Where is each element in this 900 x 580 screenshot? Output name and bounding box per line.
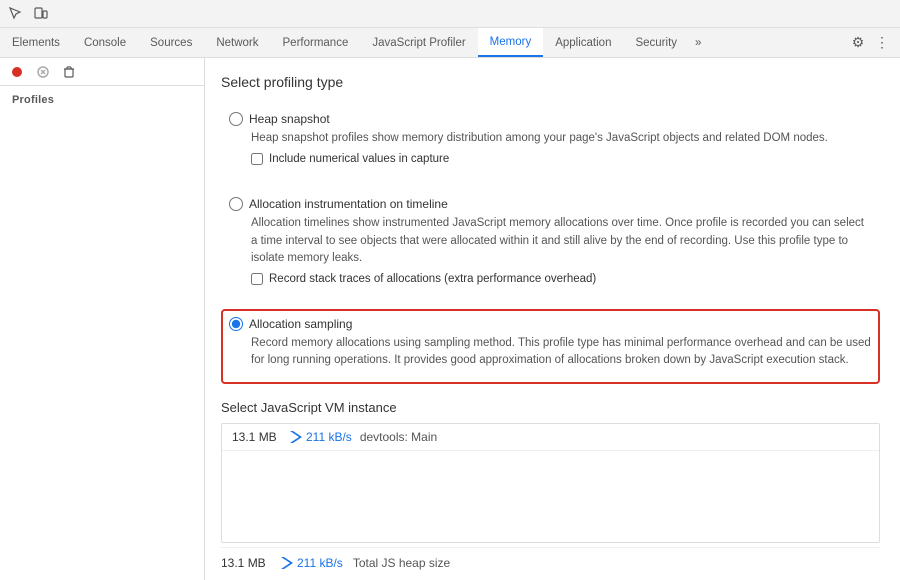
footer-size: 13.1 MB xyxy=(221,556,271,570)
vm-instance-box: 13.1 MB 211 kB/s devtools: Main xyxy=(221,423,880,543)
delete-icon[interactable] xyxy=(58,61,80,83)
content-area: Select profiling type Heap snapshot Heap… xyxy=(205,58,900,580)
tab-bar: Elements Console Sources Network Perform… xyxy=(0,28,900,58)
tab-console[interactable]: Console xyxy=(72,28,138,57)
tab-memory[interactable]: Memory xyxy=(478,28,544,57)
vm-instance-row[interactable]: 13.1 MB 211 kB/s devtools: Main xyxy=(222,424,879,451)
vm-size: 13.1 MB xyxy=(232,430,282,444)
tab-elements[interactable]: Elements xyxy=(0,28,72,57)
tab-settings-area: ⚙ ⋮ xyxy=(840,28,900,57)
profiles-label: Profiles xyxy=(0,86,204,110)
footer-stats: 13.1 MB 211 kB/s Total JS heap size xyxy=(221,547,880,578)
tab-application[interactable]: Application xyxy=(543,28,623,57)
record-icon[interactable] xyxy=(6,61,28,83)
vm-instance-title: Select JavaScript VM instance xyxy=(221,400,880,415)
stop-icon[interactable] xyxy=(32,61,54,83)
record-stack-traces-checkbox[interactable] xyxy=(251,273,263,285)
record-stack-traces-label[interactable]: Record stack traces of allocations (extr… xyxy=(269,273,596,285)
top-toolbar xyxy=(0,0,900,28)
allocation-instrumentation-checkbox-row: Record stack traces of allocations (extr… xyxy=(251,273,872,285)
footer-label: Total JS heap size xyxy=(353,556,450,570)
tab-security[interactable]: Security xyxy=(623,28,689,57)
allocation-instrumentation-label[interactable]: Allocation instrumentation on timeline xyxy=(249,197,448,211)
allocation-instrumentation-header: Allocation instrumentation on timeline xyxy=(229,197,872,211)
allocation-sampling-desc: Record memory allocations using sampling… xyxy=(251,335,872,370)
sidebar-toolbar xyxy=(0,58,204,86)
settings-icon[interactable]: ⚙ xyxy=(846,31,870,55)
allocation-instrumentation-option: Allocation instrumentation on timeline A… xyxy=(221,189,880,293)
tab-network[interactable]: Network xyxy=(204,28,270,57)
sidebar: Profiles xyxy=(0,58,205,580)
vm-speed: 211 kB/s xyxy=(290,430,352,444)
tab-performance[interactable]: Performance xyxy=(271,28,361,57)
allocation-instrumentation-radio[interactable] xyxy=(229,197,243,211)
main-layout: Profiles Select profiling type Heap snap… xyxy=(0,58,900,580)
include-numerical-checkbox[interactable] xyxy=(251,153,263,165)
allocation-sampling-radio[interactable] xyxy=(229,317,243,331)
tab-overflow[interactable]: » xyxy=(689,28,707,57)
heap-snapshot-desc: Heap snapshot profiles show memory distr… xyxy=(251,130,872,147)
heap-snapshot-option: Heap snapshot Heap snapshot profiles sho… xyxy=(221,104,880,173)
select-type-title: Select profiling type xyxy=(221,74,880,90)
device-toolbar-icon[interactable] xyxy=(28,2,52,26)
heap-snapshot-radio[interactable] xyxy=(229,112,243,126)
vm-name: devtools: Main xyxy=(360,430,437,444)
allocation-sampling-option: Allocation sampling Record memory alloca… xyxy=(221,309,880,384)
allocation-sampling-header: Allocation sampling xyxy=(229,317,872,331)
more-options-icon[interactable]: ⋮ xyxy=(870,31,894,55)
select-element-icon[interactable] xyxy=(4,2,28,26)
include-numerical-label[interactable]: Include numerical values in capture xyxy=(269,153,449,165)
footer-speed: 211 kB/s xyxy=(281,556,343,570)
heap-snapshot-checkbox-row: Include numerical values in capture xyxy=(251,153,872,165)
allocation-instrumentation-desc: Allocation timelines show instrumented J… xyxy=(251,215,872,267)
heap-snapshot-header: Heap snapshot xyxy=(229,112,872,126)
tab-sources[interactable]: Sources xyxy=(138,28,204,57)
heap-snapshot-label[interactable]: Heap snapshot xyxy=(249,112,330,126)
allocation-sampling-label[interactable]: Allocation sampling xyxy=(249,317,352,331)
tab-javascript-profiler[interactable]: JavaScript Profiler xyxy=(360,28,477,57)
